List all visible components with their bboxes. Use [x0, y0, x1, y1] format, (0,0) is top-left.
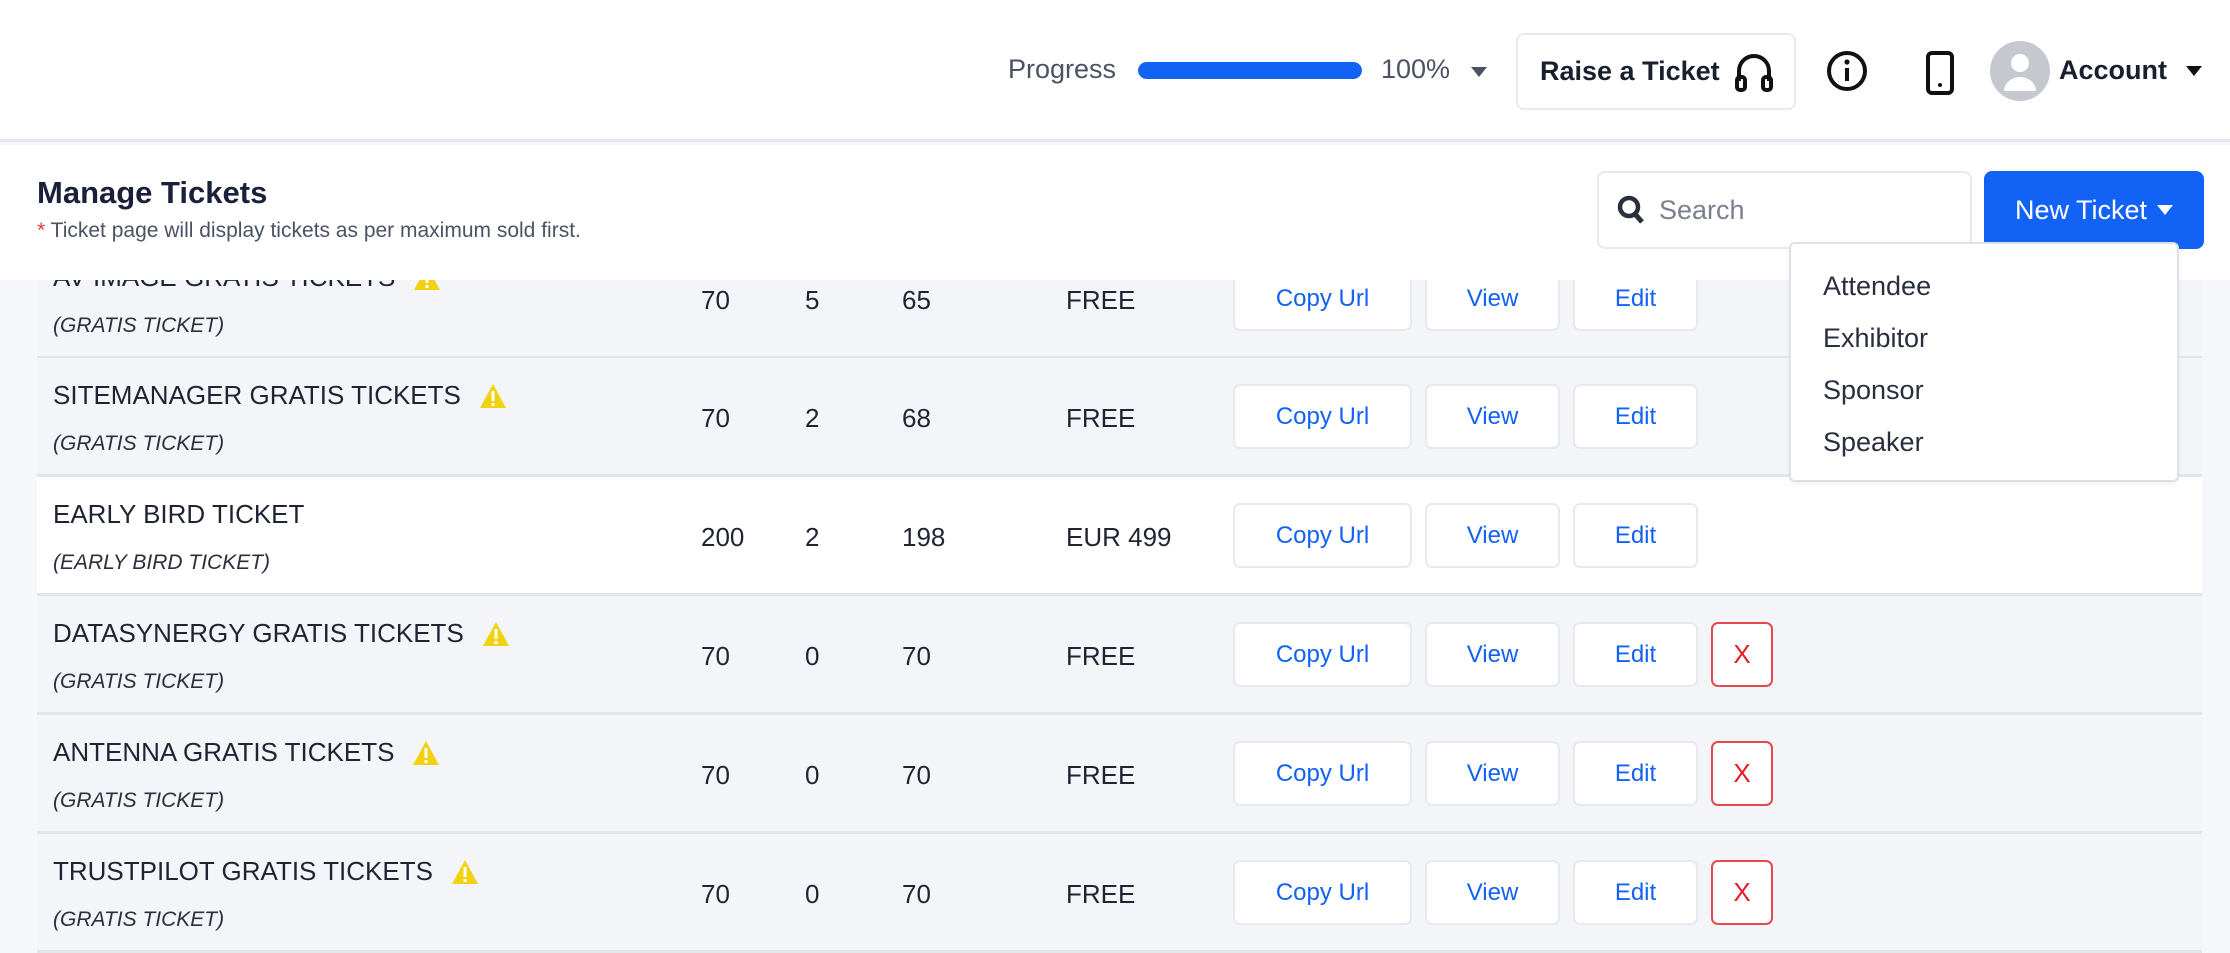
view-button[interactable]: View: [1425, 384, 1560, 449]
page-note: * Ticket page will display tickets as pe…: [37, 219, 581, 243]
chevron-down-icon: [2157, 205, 2174, 215]
ticket-sold: 5: [805, 285, 820, 315]
menu-item-speaker[interactable]: Speaker: [1791, 422, 2177, 474]
ticket-total: 200: [701, 522, 745, 552]
ticket-name-text: DATASYNERGY GRATIS TICKETS: [53, 618, 464, 648]
ticket-type: (GRATIS TICKET): [53, 789, 225, 812]
ticket-remaining: 70: [902, 879, 931, 909]
ticket-type: (GRATIS TICKET): [53, 908, 225, 931]
page-title: Manage Tickets: [37, 175, 268, 210]
search-box[interactable]: [1597, 171, 1972, 249]
copy-url-button[interactable]: Copy Url: [1233, 384, 1412, 449]
edit-button[interactable]: Edit: [1573, 622, 1698, 687]
ticket-name-text: TRUSTPILOT GRATIS TICKETS: [53, 856, 433, 886]
table-row: DATASYNERGY GRATIS TICKETS (GRATIS TICKET…: [37, 596, 2202, 715]
table-row: TRUSTPILOT GRATIS TICKETS (GRATIS TICKET)…: [37, 834, 2202, 953]
table-row: ANTENNA GRATIS TICKETS (GRATIS TICKET) 70 0…: [37, 715, 2202, 834]
progress-dropdown-caret-icon[interactable]: [1471, 67, 1487, 77]
required-star: *: [37, 219, 46, 242]
edit-button[interactable]: Edit: [1573, 384, 1698, 449]
edit-button[interactable]: Edit: [1573, 741, 1698, 806]
search-icon: [1617, 195, 1644, 224]
ticket-name: SITEMANAGER GRATIS TICKETS: [53, 380, 507, 411]
note-text: Ticket page will display tickets as per …: [45, 219, 581, 242]
ticket-price: FREE: [1066, 641, 1136, 671]
copy-url-button[interactable]: Copy Url: [1233, 622, 1412, 687]
ticket-sold: 0: [805, 760, 820, 790]
delete-button[interactable]: X: [1711, 622, 1773, 687]
headset-icon: [1734, 53, 1773, 92]
menu-item-exhibitor[interactable]: Exhibitor: [1791, 318, 2177, 370]
ticket-name-text: SITEMANAGER GRATIS TICKETS: [53, 380, 461, 410]
raise-ticket-label: Raise a Ticket: [1540, 56, 1720, 86]
warning-icon: [413, 740, 440, 765]
warning-icon: [482, 621, 509, 646]
view-button[interactable]: View: [1425, 503, 1560, 568]
ticket-name: TRUSTPILOT GRATIS TICKETS: [53, 856, 479, 887]
copy-url-button[interactable]: Copy Url: [1233, 860, 1412, 925]
table-row: EARLY BIRD TICKET (EARLY BIRD TICKET) 200 2…: [37, 477, 2202, 596]
ticket-remaining: 68: [902, 403, 931, 433]
ticket-price: FREE: [1066, 285, 1136, 315]
ticket-total: 70: [701, 879, 730, 909]
top-navbar: Progress 100% Raise a Ticket Account: [0, 0, 2230, 142]
warning-icon: [451, 859, 478, 884]
ticket-total: 70: [701, 403, 730, 433]
ticket-remaining: 198: [902, 522, 946, 552]
menu-item-attendee[interactable]: Attendee: [1791, 266, 2177, 318]
ticket-price: FREE: [1066, 760, 1136, 790]
edit-button[interactable]: Edit: [1573, 860, 1698, 925]
delete-button[interactable]: X: [1711, 860, 1773, 925]
view-button[interactable]: View: [1425, 622, 1560, 687]
ticket-name: ANTENNA GRATIS TICKETS: [53, 737, 440, 768]
delete-button[interactable]: X: [1711, 741, 1773, 806]
ticket-name: DATASYNERGY GRATIS TICKETS: [53, 618, 510, 649]
ticket-type: (GRATIS TICKET): [53, 432, 225, 455]
progress-label: Progress: [1008, 54, 1117, 84]
progress-fill: [1138, 62, 1362, 79]
ticket-sold: 2: [805, 522, 820, 552]
account-menu[interactable]: Account: [2059, 55, 2167, 86]
raise-ticket-button[interactable]: Raise a Ticket: [1516, 33, 1796, 110]
account-caret-icon[interactable]: [2186, 66, 2202, 76]
menu-item-sponsor[interactable]: Sponsor: [1791, 370, 2177, 422]
progress-percent: 100%: [1381, 54, 1451, 84]
copy-url-button[interactable]: Copy Url: [1233, 741, 1412, 806]
ticket-name-text: ANTENNA GRATIS TICKETS: [53, 737, 395, 767]
ticket-total: 70: [701, 760, 730, 790]
ticket-total: 70: [701, 641, 730, 671]
ticket-sold: 0: [805, 641, 820, 671]
view-button[interactable]: View: [1425, 741, 1560, 806]
new-ticket-button[interactable]: New Ticket: [1984, 171, 2204, 249]
mobile-phone-icon[interactable]: [1925, 51, 1955, 95]
ticket-name: EARLY BIRD TICKET: [53, 499, 304, 530]
ticket-remaining: 70: [902, 641, 931, 671]
ticket-name-text: EARLY BIRD TICKET: [53, 499, 305, 529]
ticket-type: (EARLY BIRD TICKET): [53, 551, 271, 574]
new-ticket-label: New Ticket: [2014, 194, 2148, 225]
ticket-total: 70: [701, 285, 730, 315]
progress-bar: [1138, 62, 1362, 79]
view-button[interactable]: View: [1425, 860, 1560, 925]
search-input[interactable]: [1659, 194, 1939, 226]
ticket-sold: 2: [805, 403, 820, 433]
ticket-type: (GRATIS TICKET): [53, 314, 225, 337]
new-ticket-dropdown-menu: Attendee Exhibitor Sponsor Speaker: [1789, 242, 2179, 482]
ticket-type: (GRATIS TICKET): [53, 670, 225, 693]
ticket-price: FREE: [1066, 403, 1136, 433]
ticket-sold: 0: [805, 879, 820, 909]
warning-icon: [479, 383, 506, 408]
ticket-remaining: 70: [902, 760, 931, 790]
ticket-remaining: 65: [902, 285, 931, 315]
avatar[interactable]: [1990, 41, 2050, 101]
ticket-price: EUR 499: [1066, 522, 1172, 552]
copy-url-button[interactable]: Copy Url: [1233, 503, 1412, 568]
info-icon[interactable]: [1826, 50, 1868, 92]
user-icon: [2004, 54, 2036, 91]
edit-button[interactable]: Edit: [1573, 503, 1698, 568]
ticket-price: FREE: [1066, 879, 1136, 909]
